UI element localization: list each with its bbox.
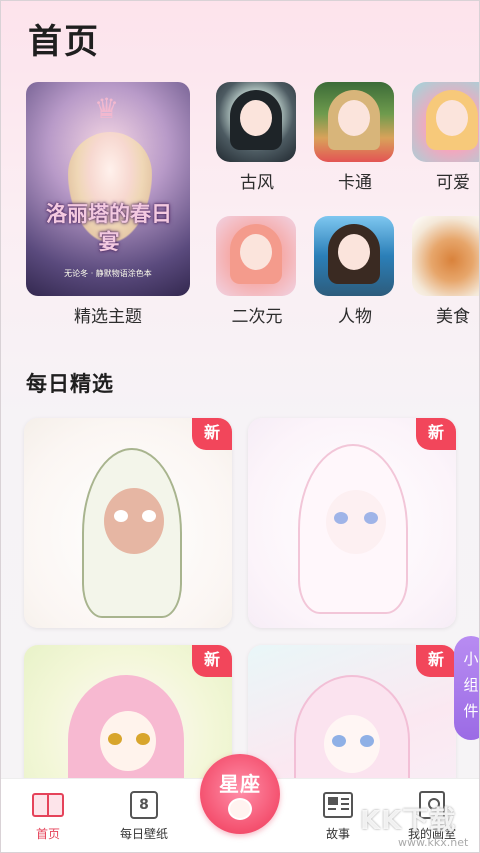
watermark-url: www.kkx.net (398, 836, 469, 849)
newspaper-icon (323, 792, 353, 818)
new-badge: 新 (192, 418, 232, 450)
category-label: 人物 (338, 307, 372, 327)
daily-card[interactable]: 新 (248, 418, 456, 628)
category-katong[interactable]: 卡通 (314, 82, 396, 193)
constellation-label: 星座 (219, 772, 261, 796)
katong-thumb (314, 82, 394, 162)
constellation-button[interactable]: 星座 (200, 754, 280, 834)
tab-label: 首页 (35, 827, 60, 841)
crown-icon: ♛ (94, 92, 120, 125)
category-label: 古风 (240, 173, 274, 193)
tab-home[interactable]: 首页 (8, 789, 88, 842)
widget-floating-button[interactable]: 小组件 (454, 636, 480, 740)
tab-daily-wallpaper[interactable]: 8 每日壁纸 (104, 789, 184, 842)
meishi-thumb (412, 216, 480, 296)
keai-thumb (412, 82, 480, 162)
tab-label: 每日壁纸 (119, 827, 168, 841)
gufeng-thumb (216, 82, 296, 162)
category-meishi[interactable]: 美食 (412, 216, 480, 327)
calendar-icon: 8 (130, 791, 158, 819)
featured-theme-label: 精选主题 (74, 307, 142, 327)
category-renwu[interactable]: 人物 (314, 216, 396, 327)
page-title: 首页 (28, 22, 100, 62)
category-keai[interactable]: 可爱 (412, 82, 480, 193)
new-badge: 新 (416, 645, 456, 677)
category-erciyuan[interactable]: 二次元 (216, 216, 298, 327)
featured-artwork-title: 洛丽塔的春日宴 (46, 202, 172, 254)
daily-section-title: 每日精选 (26, 372, 114, 396)
erciyuan-thumb (216, 216, 296, 296)
category-label: 卡通 (338, 173, 372, 193)
watermark-logo: KK下载 (360, 806, 457, 836)
featured-artwork-subtitle: 无论冬 · 静默物语涂色本 (64, 269, 152, 278)
category-label: 美食 (436, 307, 470, 327)
category-gufeng[interactable]: 古风 (216, 82, 298, 193)
category-label: 二次元 (231, 307, 283, 327)
daily-card[interactable]: 新 (24, 418, 232, 628)
featured-theme-card[interactable]: ♛ 洛丽塔的春日宴 无论冬 · 静默物语涂色本 (26, 82, 190, 296)
category-label: 可爱 (436, 173, 470, 193)
widget-label: 小组件 (463, 650, 479, 720)
new-badge: 新 (192, 645, 232, 677)
mascot-icon (228, 798, 252, 820)
book-icon (32, 793, 64, 817)
new-badge: 新 (416, 418, 456, 450)
renwu-thumb (314, 216, 394, 296)
